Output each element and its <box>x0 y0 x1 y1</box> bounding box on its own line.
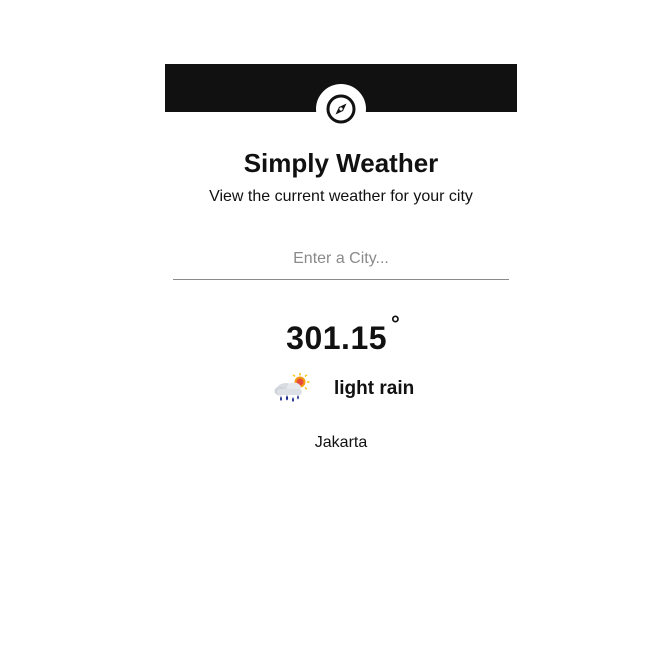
compass-icon <box>326 94 356 124</box>
logo-badge <box>316 84 366 134</box>
condition-row: light rain <box>165 372 517 408</box>
city-name: Jakarta <box>314 434 368 451</box>
weather-app: Simply Weather View the current weather … <box>0 0 664 655</box>
city-search-input[interactable] <box>173 246 509 280</box>
weather-condition: light rain <box>334 378 415 399</box>
page-title: Simply Weather <box>243 148 439 178</box>
light-rain-sun-icon <box>274 373 310 402</box>
degree-symbol: ° <box>391 311 400 336</box>
temperature-display: 301.15 ° <box>165 311 517 360</box>
page-subtitle: View the current weather for your city <box>209 188 473 205</box>
temperature-value: 301.15 <box>286 320 388 356</box>
